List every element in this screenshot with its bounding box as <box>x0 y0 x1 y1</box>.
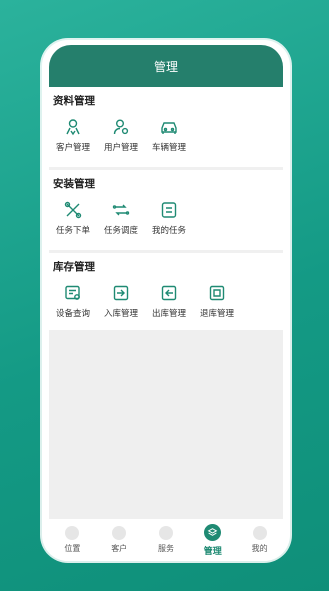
customer-icon <box>66 119 80 136</box>
user-gear-icon <box>113 119 129 135</box>
phone-frame: 管理 资料管理 客户管理 用户管理 车辆管理 安装管理 任务下单 任务调度 我的… <box>42 40 290 561</box>
task-order-button[interactable]: 任务下单 <box>49 200 97 236</box>
tab-profile[interactable]: 我的 <box>240 526 280 554</box>
tab-service[interactable]: 服务 <box>146 526 186 554</box>
stock-return-button[interactable]: 退库管理 <box>193 283 241 319</box>
stock-out-icon <box>161 285 177 301</box>
section-items: 任务下单 任务调度 我的任务 <box>49 200 193 236</box>
page-header: 管理 <box>49 45 283 87</box>
car-icon <box>161 122 177 134</box>
section-title: 资料管理 <box>53 95 95 107</box>
device-search-icon <box>65 285 80 300</box>
stock-in-button[interactable]: 入库管理 <box>97 283 145 319</box>
stock-return-icon <box>209 285 225 301</box>
section-inventory-management: 库存管理 设备查询 入库管理 出库管理 退库管理 <box>49 253 283 330</box>
section-title: 库存管理 <box>53 261 95 273</box>
service-icon <box>158 526 173 540</box>
tab-customer[interactable]: 客户 <box>99 526 139 554</box>
location-icon <box>65 526 80 540</box>
section-items: 设备查询 入库管理 出库管理 退库管理 <box>49 283 241 319</box>
stock-in-icon <box>113 285 129 301</box>
user-management-button[interactable]: 用户管理 <box>97 117 145 153</box>
dispatch-icon <box>112 204 130 216</box>
section-items: 客户管理 用户管理 车辆管理 <box>49 117 193 153</box>
empty-content-area <box>49 330 283 550</box>
section-profile-management: 资料管理 客户管理 用户管理 车辆管理 <box>49 87 283 165</box>
section-install-management: 安装管理 任务下单 任务调度 我的任务 <box>49 170 283 248</box>
tools-icon <box>64 201 82 219</box>
customer-tab-icon <box>112 526 127 540</box>
task-list-icon <box>161 202 177 218</box>
profile-icon <box>252 526 267 540</box>
tab-management[interactable]: 管理 <box>193 523 233 557</box>
device-query-button[interactable]: 设备查询 <box>49 283 97 319</box>
tab-location[interactable]: 位置 <box>52 526 92 554</box>
vehicle-management-button[interactable]: 车辆管理 <box>145 117 193 153</box>
layers-icon <box>204 523 222 541</box>
section-title: 安装管理 <box>53 178 95 190</box>
stock-out-button[interactable]: 出库管理 <box>145 283 193 319</box>
bottom-tab-bar: 位置 客户 服务 管理 我的 <box>49 519 283 561</box>
my-tasks-button[interactable]: 我的任务 <box>145 200 193 236</box>
customer-management-button[interactable]: 客户管理 <box>49 117 97 153</box>
page-title: 管理 <box>153 59 178 74</box>
task-dispatch-button[interactable]: 任务调度 <box>97 200 145 236</box>
